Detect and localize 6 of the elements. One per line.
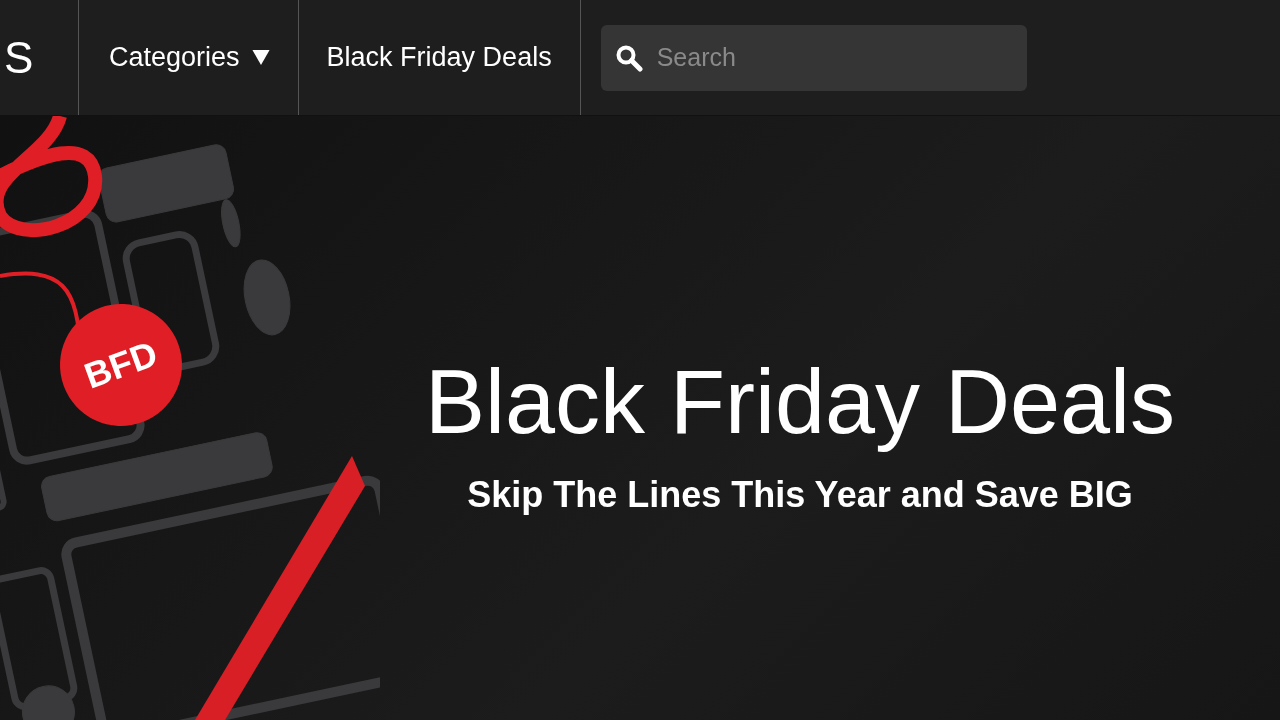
menu-button[interactable]: Categories xyxy=(79,0,299,115)
logo-letter[interactable]: S xyxy=(4,32,34,83)
search-field[interactable]: Search xyxy=(600,24,1027,91)
hero-subtitle: Skip The Lines This Year and Save BIG xyxy=(467,474,1133,516)
hero-title: Black Friday Deals xyxy=(424,352,1176,452)
nav-link[interactable]: Black Friday Deals xyxy=(298,0,581,115)
